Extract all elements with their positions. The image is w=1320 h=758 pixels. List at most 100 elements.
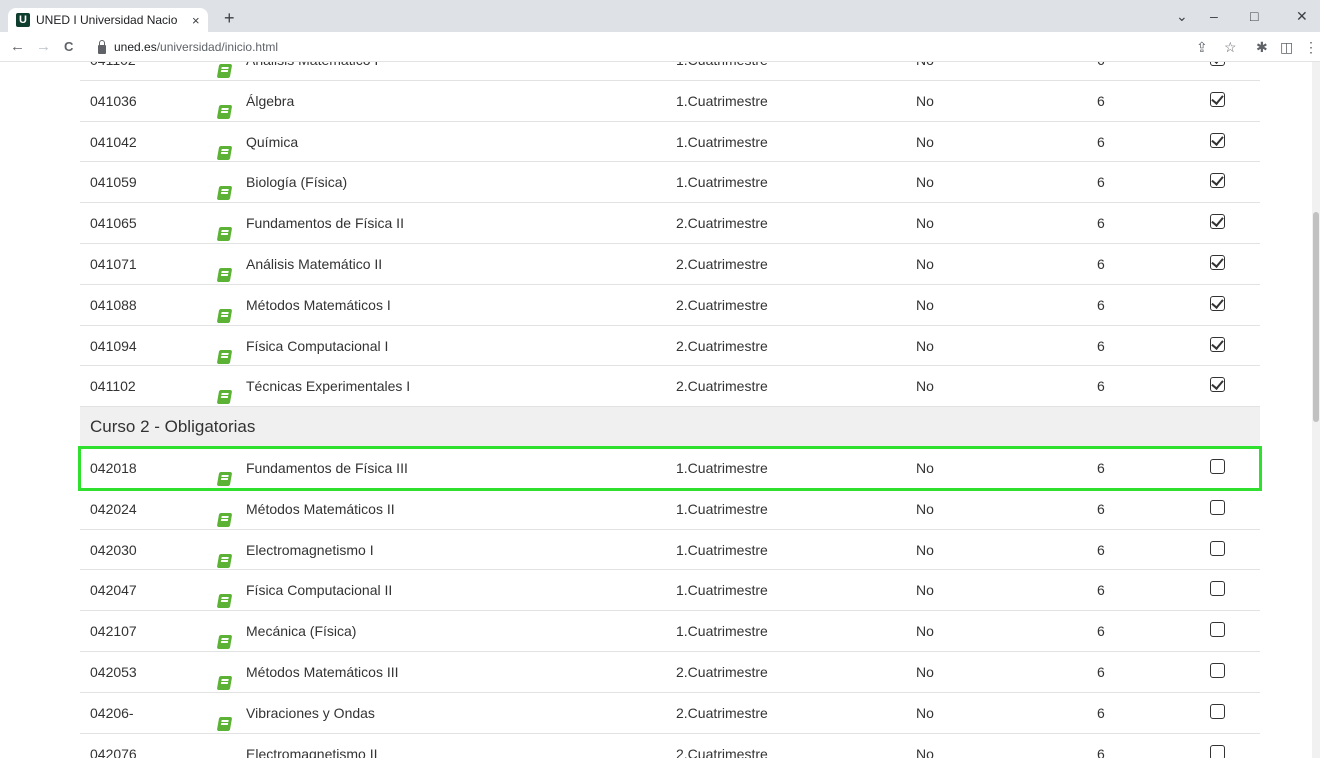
table-row[interactable]: 041102 Técnicas Experimentales I 2.Cuatrim… [80, 366, 1260, 408]
subject-name[interactable]: Análisis Matemático II [246, 244, 382, 284]
unchecked-checkbox[interactable] [1210, 499, 1225, 518]
course-2-rows: 042018 Fundamentos de Física III 1.Cuatrim… [78, 445, 1262, 758]
table-row[interactable]: 042053 Métodos Matemáticos III 2.Cuatrimes… [80, 652, 1260, 693]
table-row[interactable]: 041065 Fundamentos de Física II 2.Cuatrime… [80, 203, 1260, 244]
table-row[interactable]: 041071 Análisis Matemático II 2.Cuatrimest… [80, 244, 1260, 285]
book-icon[interactable] [216, 461, 233, 486]
table-row[interactable]: 041088 Métodos Matemáticos I 2.Cuatrimestr… [80, 285, 1260, 326]
subject-credits: 6 [1097, 378, 1105, 395]
forward-icon[interactable]: → [36, 38, 51, 56]
unchecked-checkbox[interactable] [1210, 662, 1225, 681]
subject-name[interactable]: Física Computacional II [246, 570, 392, 610]
subject-credits: 6 [1097, 704, 1105, 721]
table-row[interactable]: 041059 Biología (Física) 1.Cuatrimestre No 6 [80, 162, 1260, 204]
subject-term: 1.Cuatrimestre [676, 623, 768, 640]
subject-name[interactable]: Mecánica (Física) [246, 611, 356, 651]
table-row[interactable]: 042107 Mecánica (Física) 1.Cuatrimestre No 6 [80, 611, 1260, 652]
book-icon[interactable] [216, 502, 233, 527]
checked-checkbox[interactable] [1210, 62, 1225, 69]
book-icon[interactable] [216, 665, 233, 690]
tab-close-icon[interactable]: × [192, 13, 200, 28]
browser-menu-icon[interactable]: ⋮ [1304, 39, 1318, 55]
book-icon[interactable] [216, 298, 233, 323]
subject-name[interactable]: Técnicas Experimentales I [246, 366, 410, 406]
checked-checkbox[interactable] [1210, 91, 1225, 110]
book-icon[interactable] [216, 94, 233, 119]
address-bar[interactable]: uned.es /universidad/inicio.html [98, 37, 1178, 57]
book-icon[interactable] [216, 379, 233, 405]
checked-checkbox[interactable] [1210, 377, 1225, 395]
subject-term: 1.Cuatrimestre [676, 92, 768, 109]
unchecked-checkbox[interactable] [1210, 703, 1225, 722]
scrollbar-thumb[interactable] [1313, 212, 1319, 422]
book-icon[interactable] [216, 135, 233, 160]
subject-code: 041102 [90, 378, 136, 395]
subject-credits: 6 [1097, 337, 1105, 354]
unchecked-checkbox[interactable] [1210, 622, 1225, 640]
subject-term: 2.Cuatrimestre [676, 745, 768, 758]
close-window-icon[interactable]: ✕ [1296, 8, 1308, 25]
table-row[interactable]: 042076 Electromagnetismo II 2.Cuatrimestre… [80, 734, 1260, 758]
checked-checkbox[interactable] [1210, 173, 1225, 191]
subject-name[interactable]: Métodos Matemáticos II [246, 489, 395, 529]
book-icon[interactable] [216, 706, 233, 731]
subject-credits: 6 [1097, 174, 1105, 191]
subject-term: 1.Cuatrimestre [676, 62, 768, 80]
back-icon[interactable]: ← [10, 38, 25, 56]
table-row[interactable]: 041036 Álgebra 1.Cuatrimestre No 6 [80, 81, 1260, 122]
new-tab-icon[interactable]: + [224, 8, 235, 28]
subject-credits: 6 [1097, 745, 1105, 758]
checked-checkbox[interactable] [1210, 132, 1225, 151]
share-icon[interactable]: ⇪ [1196, 39, 1208, 55]
subject-name[interactable]: Química [246, 122, 298, 162]
book-icon[interactable] [216, 339, 233, 364]
unchecked-checkbox[interactable] [1210, 744, 1225, 758]
unchecked-checkbox[interactable] [1210, 540, 1225, 559]
subject-name[interactable]: Electromagnetismo I [246, 530, 374, 570]
subject-code: 041088 [90, 296, 137, 313]
maximize-icon[interactable]: □ [1250, 8, 1258, 24]
book-icon[interactable] [216, 62, 233, 78]
table-row[interactable]: 042030 Electromagnetismo I 1.Cuatrimestre N… [80, 530, 1260, 571]
checked-checkbox[interactable] [1210, 254, 1225, 273]
minimize-icon[interactable]: – [1210, 8, 1218, 24]
checked-checkbox[interactable] [1210, 336, 1225, 355]
subject-name[interactable]: Fundamentos de Física III [246, 448, 408, 488]
tab-search-icon[interactable]: ⌄ [1176, 8, 1188, 25]
table-row[interactable]: 04206- Vibraciones y Ondas 2.Cuatrimestre N… [80, 693, 1260, 734]
browser-tab-bar: U UNED I Universidad Nacio × + ⌄ – □ ✕ [0, 0, 1320, 32]
subject-name[interactable]: Análisis Matemático I [246, 62, 378, 80]
subject-name[interactable]: Física Computacional I [246, 326, 388, 366]
book-icon[interactable] [216, 175, 233, 201]
subject-name[interactable]: Álgebra [246, 81, 294, 121]
book-icon[interactable] [216, 257, 233, 282]
unchecked-checkbox[interactable] [1210, 581, 1225, 599]
unchecked-checkbox[interactable] [1210, 458, 1225, 477]
subject-name[interactable]: Métodos Matemáticos III [246, 652, 399, 692]
table-row[interactable]: 042047 Física Computacional II 1.Cuatrimes… [80, 570, 1260, 612]
bookmark-star-icon[interactable]: ☆ [1224, 39, 1237, 55]
page-scrollbar[interactable] [1312, 62, 1320, 758]
book-icon[interactable] [216, 543, 233, 568]
table-row[interactable]: 041042 Química 1.Cuatrimestre No 6 [80, 122, 1260, 163]
reload-icon[interactable]: C [64, 38, 73, 56]
table-row-highlighted[interactable]: 042018 Fundamentos de Física III 1.Cuatrim… [78, 445, 1262, 491]
subject-name[interactable]: Métodos Matemáticos I [246, 285, 391, 325]
subject-name[interactable]: Vibraciones y Ondas [246, 693, 375, 733]
book-icon[interactable] [216, 624, 233, 650]
book-icon[interactable] [216, 747, 233, 758]
table-row[interactable]: 041094 Física Computacional I 2.Cuatrimest… [80, 326, 1260, 367]
subject-name[interactable]: Electromagnetismo II [246, 734, 378, 758]
table-row[interactable]: 041102 Análisis Matemático I 1.Cuatrimestr… [80, 62, 1260, 81]
book-icon[interactable] [216, 216, 233, 242]
table-row[interactable]: 042024 Métodos Matemáticos II 1.Cuatrimest… [80, 489, 1260, 530]
book-icon[interactable] [216, 583, 233, 609]
browser-tab[interactable]: U UNED I Universidad Nacio × [8, 8, 208, 32]
checked-checkbox[interactable] [1210, 295, 1225, 314]
checked-checkbox[interactable] [1210, 214, 1225, 232]
subject-name[interactable]: Biología (Física) [246, 162, 347, 202]
subject-name[interactable]: Fundamentos de Física II [246, 203, 404, 243]
extensions-icon[interactable]: ✱ [1256, 39, 1268, 55]
subject-term: 2.Cuatrimestre [676, 296, 768, 313]
side-panel-icon[interactable]: ◫ [1280, 39, 1293, 55]
